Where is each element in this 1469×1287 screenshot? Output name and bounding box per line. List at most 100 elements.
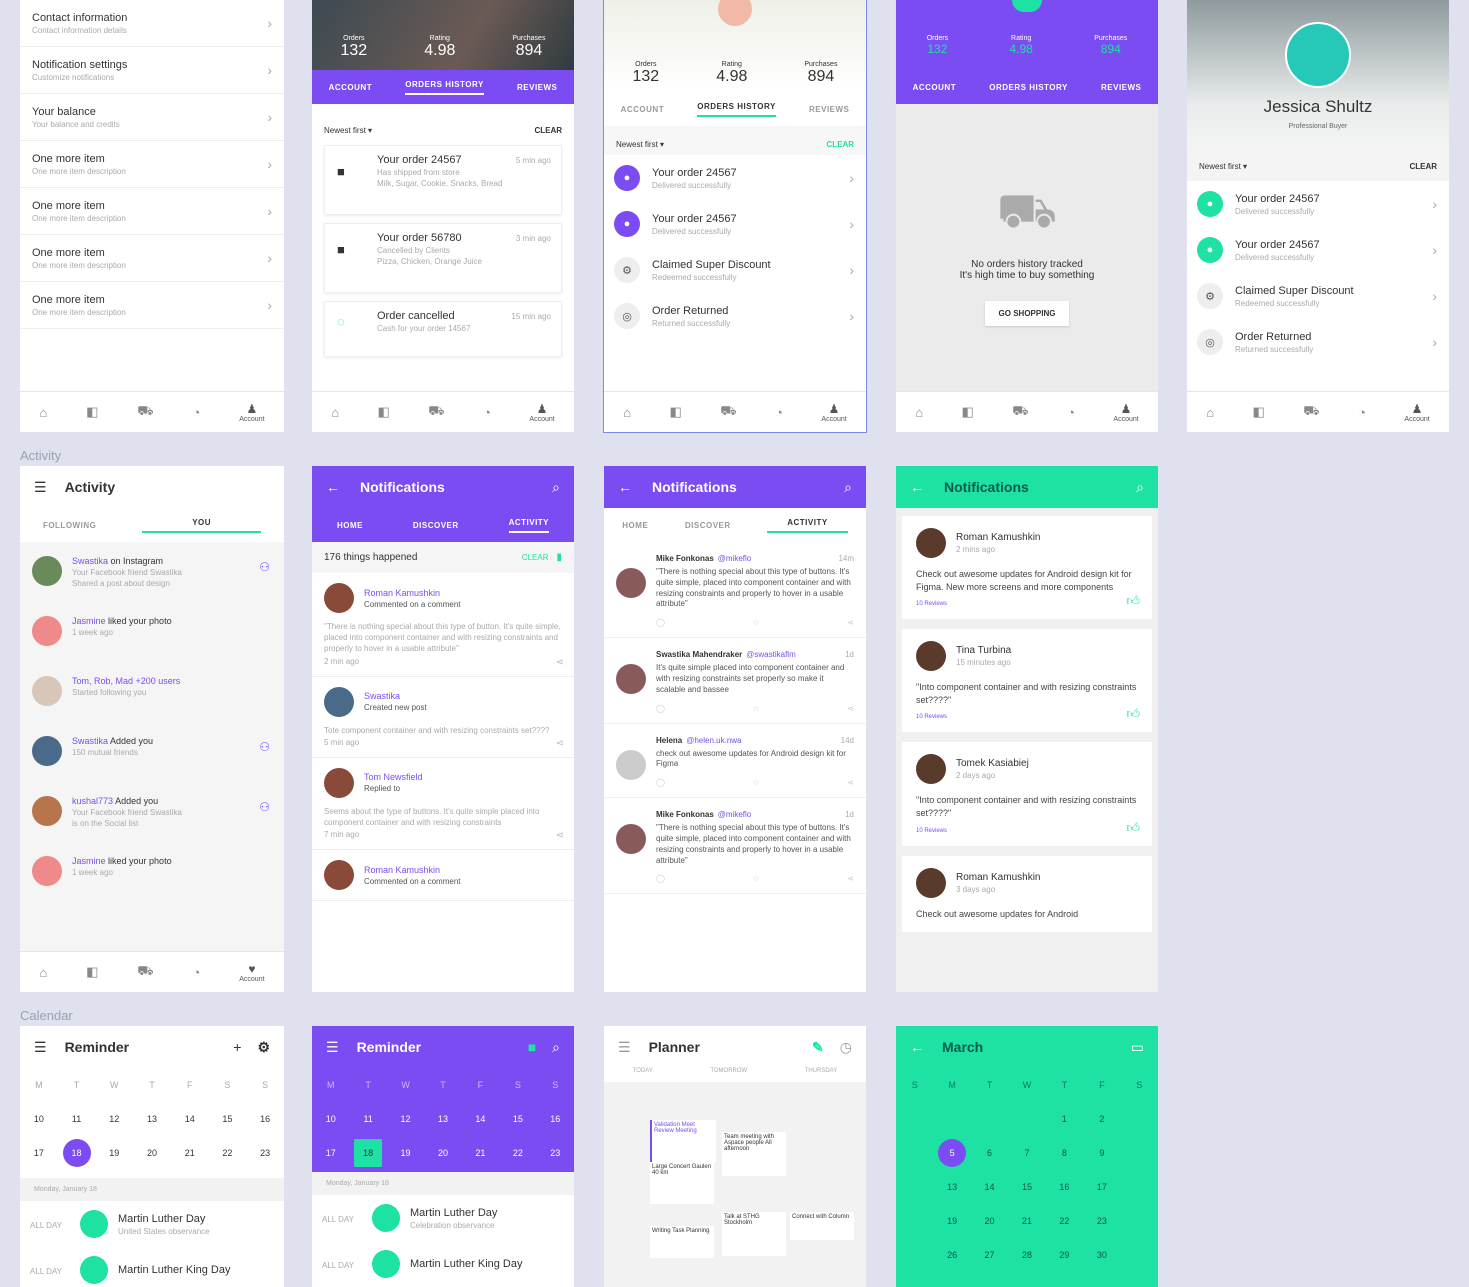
reviews-link[interactable]: 10 Reviews <box>916 714 1138 720</box>
notification-item[interactable]: Mike Fonkonas @mikeflo 14m "There is nothin… <box>604 542 866 639</box>
calendar-day[interactable] <box>1121 1204 1158 1238</box>
order-row[interactable]: ◎ Order Returned Returned successfully › <box>1187 319 1449 365</box>
newest-first-dropdown[interactable]: Newest first ▾ <box>616 140 664 149</box>
calendar-day[interactable]: T <box>424 1068 461 1102</box>
calendar-day[interactable]: T <box>133 1068 171 1102</box>
calendar-day[interactable]: M <box>312 1068 349 1102</box>
reply-icon[interactable]: ◯ <box>656 874 665 883</box>
calendar-day[interactable]: 11 <box>349 1102 386 1136</box>
tab-account[interactable]: ACCOUNT <box>913 83 957 92</box>
calendar-day[interactable]: 23 <box>537 1136 574 1170</box>
calendar-day[interactable]: 17 <box>312 1136 349 1170</box>
notification-item[interactable]: Helena @helen.uk.nwa 14d check out awesome … <box>604 724 866 799</box>
user-name[interactable]: Swastika Mahendraker <box>656 650 742 659</box>
calendar-day[interactable]: 9 <box>1083 1136 1120 1170</box>
menu-icon[interactable]: ☰ <box>34 1039 47 1056</box>
user-link[interactable]: Swastika <box>72 556 108 566</box>
order-row[interactable]: ⚙ Claimed Super Discount Redeemed successf… <box>1187 273 1449 319</box>
activity-item[interactable]: Jasmine liked your photo 1 week ago <box>20 850 284 898</box>
like-icon[interactable]: ☆ <box>753 874 760 883</box>
search-icon[interactable]: ⌕ <box>552 479 560 496</box>
calendar-day[interactable] <box>1121 1136 1158 1170</box>
reply-icon[interactable]: ◯ <box>656 778 665 787</box>
menu-icon[interactable]: ☰ <box>34 479 47 496</box>
coupon-icon[interactable]: ◔ <box>1067 405 1075 420</box>
calendar-day[interactable]: 20 <box>424 1136 461 1170</box>
settings-item[interactable]: One more item One more item description › <box>20 141 284 188</box>
calendar-day[interactable]: 13 <box>933 1170 970 1204</box>
calendar-day[interactable]: 19 <box>95 1136 133 1170</box>
calendar-day[interactable] <box>896 1204 933 1238</box>
calendar-day[interactable]: F <box>462 1068 499 1102</box>
activity-item[interactable]: Jasmine liked your photo 1 week ago <box>20 610 284 658</box>
user-link[interactable]: Roman Kamushkin <box>364 588 461 598</box>
notification-item[interactable]: Roman Kamushkin Commented on a comment "Th… <box>312 573 574 677</box>
cart-icon[interactable]: ⛟ <box>720 403 736 421</box>
like-icon[interactable]: ☆ <box>753 704 760 713</box>
coupon-icon[interactable]: ◔ <box>775 405 783 420</box>
calendar-day[interactable]: 16 <box>246 1102 284 1136</box>
trash-icon[interactable]: ▮ <box>556 552 562 563</box>
calendar-day[interactable]: 12 <box>387 1102 424 1136</box>
planner-event[interactable]: Large Concert Gaulen 40 km <box>650 1162 714 1204</box>
user-handle[interactable]: @mikeflo <box>718 810 751 819</box>
add-user-icon[interactable]: ⚇ <box>259 560 270 574</box>
cart-icon[interactable]: ⛟ <box>428 403 444 421</box>
calendar-day[interactable]: 18 <box>58 1136 96 1170</box>
activity-nav-item[interactable]: ♥ Account <box>239 962 264 983</box>
notification-item[interactable]: Mike Fonkonas @mikeflo 1d "There is nothing… <box>604 798 866 895</box>
calendar-icon[interactable]: ▭ <box>1131 1039 1144 1056</box>
notification-item[interactable]: Tom Newsfield Replied to Seems about the t… <box>312 758 574 851</box>
planner-event[interactable]: Connect with Column <box>790 1212 854 1240</box>
event-row[interactable]: ALL DAY Martin Luther King Day <box>20 1247 284 1287</box>
tag-icon[interactable]: ◧ <box>1253 404 1265 420</box>
share-icon[interactable]: ⋖ <box>556 830 564 841</box>
user-link[interactable]: Jasmine <box>72 616 106 626</box>
tab-account[interactable]: ACCOUNT <box>621 105 665 114</box>
home-icon[interactable]: ⌂ <box>915 405 923 420</box>
activity-item[interactable]: Tom, Rob, Mad +200 users Started followi… <box>20 670 284 718</box>
activity-item[interactable]: Swastika on Instagram Your Facebook frien… <box>20 550 284 598</box>
coupon-icon[interactable]: ◔ <box>1358 405 1366 420</box>
selected-day[interactable]: 18 <box>62 1139 91 1167</box>
tab-reviews[interactable]: REVIEWS <box>517 83 557 92</box>
tab-orders-history[interactable]: ORDERS HISTORY <box>697 102 776 117</box>
like-icon[interactable]: ☆ <box>753 618 760 627</box>
calendar-day[interactable]: 16 <box>537 1102 574 1136</box>
calendar-day[interactable]: S <box>499 1068 536 1102</box>
calendar-day[interactable]: 21 <box>1008 1204 1045 1238</box>
back-arrow-icon[interactable]: ← <box>910 1039 924 1055</box>
calendar-day[interactable]: 14 <box>971 1170 1008 1204</box>
event-row[interactable]: ALL DAY Martin Luther King Day <box>312 1241 574 1287</box>
settings-item[interactable]: Notification settings Customize notificat… <box>20 47 284 94</box>
calendar-day[interactable]: 10 <box>312 1102 349 1136</box>
back-arrow-icon[interactable]: ← <box>326 479 340 495</box>
notification-card[interactable]: Roman Kamushkin 2 mins ago Check out aweso… <box>902 516 1152 620</box>
user-link[interactable]: Roman Kamushkin <box>364 865 461 875</box>
user-link[interactable]: Swastika <box>72 736 108 746</box>
add-icon[interactable]: + <box>233 1039 241 1055</box>
user-name[interactable]: Roman Kamushkin <box>956 532 1040 543</box>
newest-first-dropdown[interactable]: Newest first ▾ <box>324 126 372 135</box>
cart-icon[interactable]: ⛟ <box>137 963 153 981</box>
calendar-day[interactable]: 17 <box>20 1136 58 1170</box>
cart-icon[interactable]: ⛟ <box>137 403 153 421</box>
edit-pencil-icon[interactable]: ✎ <box>812 1039 824 1056</box>
tag-icon[interactable]: ◧ <box>962 404 974 420</box>
calendar-day[interactable]: S <box>1121 1068 1158 1102</box>
selected-day[interactable]: 18 <box>354 1139 383 1167</box>
user-name[interactable]: Helena <box>656 736 682 745</box>
planner-event[interactable]: Writing Task Planning <box>650 1226 714 1258</box>
calendar-day[interactable]: 21 <box>462 1136 499 1170</box>
account-nav-item[interactable]: ♟ Account <box>1113 402 1138 423</box>
order-row[interactable]: ● Your order 24567 Delivered successfully › <box>604 155 866 201</box>
settings-item[interactable]: Your balance Your balance and credits › <box>20 94 284 141</box>
calendar-day[interactable]: 13 <box>424 1102 461 1136</box>
home-icon[interactable]: ⌂ <box>623 405 631 420</box>
user-name[interactable]: Roman Kamushkin <box>956 872 1040 883</box>
settings-item[interactable]: One more item One more item description › <box>20 282 284 329</box>
calendar-day[interactable]: S <box>896 1068 933 1102</box>
order-row[interactable]: ● Your order 24567 Delivered successfully › <box>1187 227 1449 273</box>
back-arrow-icon[interactable]: ← <box>618 479 632 495</box>
notification-card[interactable]: Roman Kamushkin 3 days ago Check out aweso… <box>902 855 1152 933</box>
